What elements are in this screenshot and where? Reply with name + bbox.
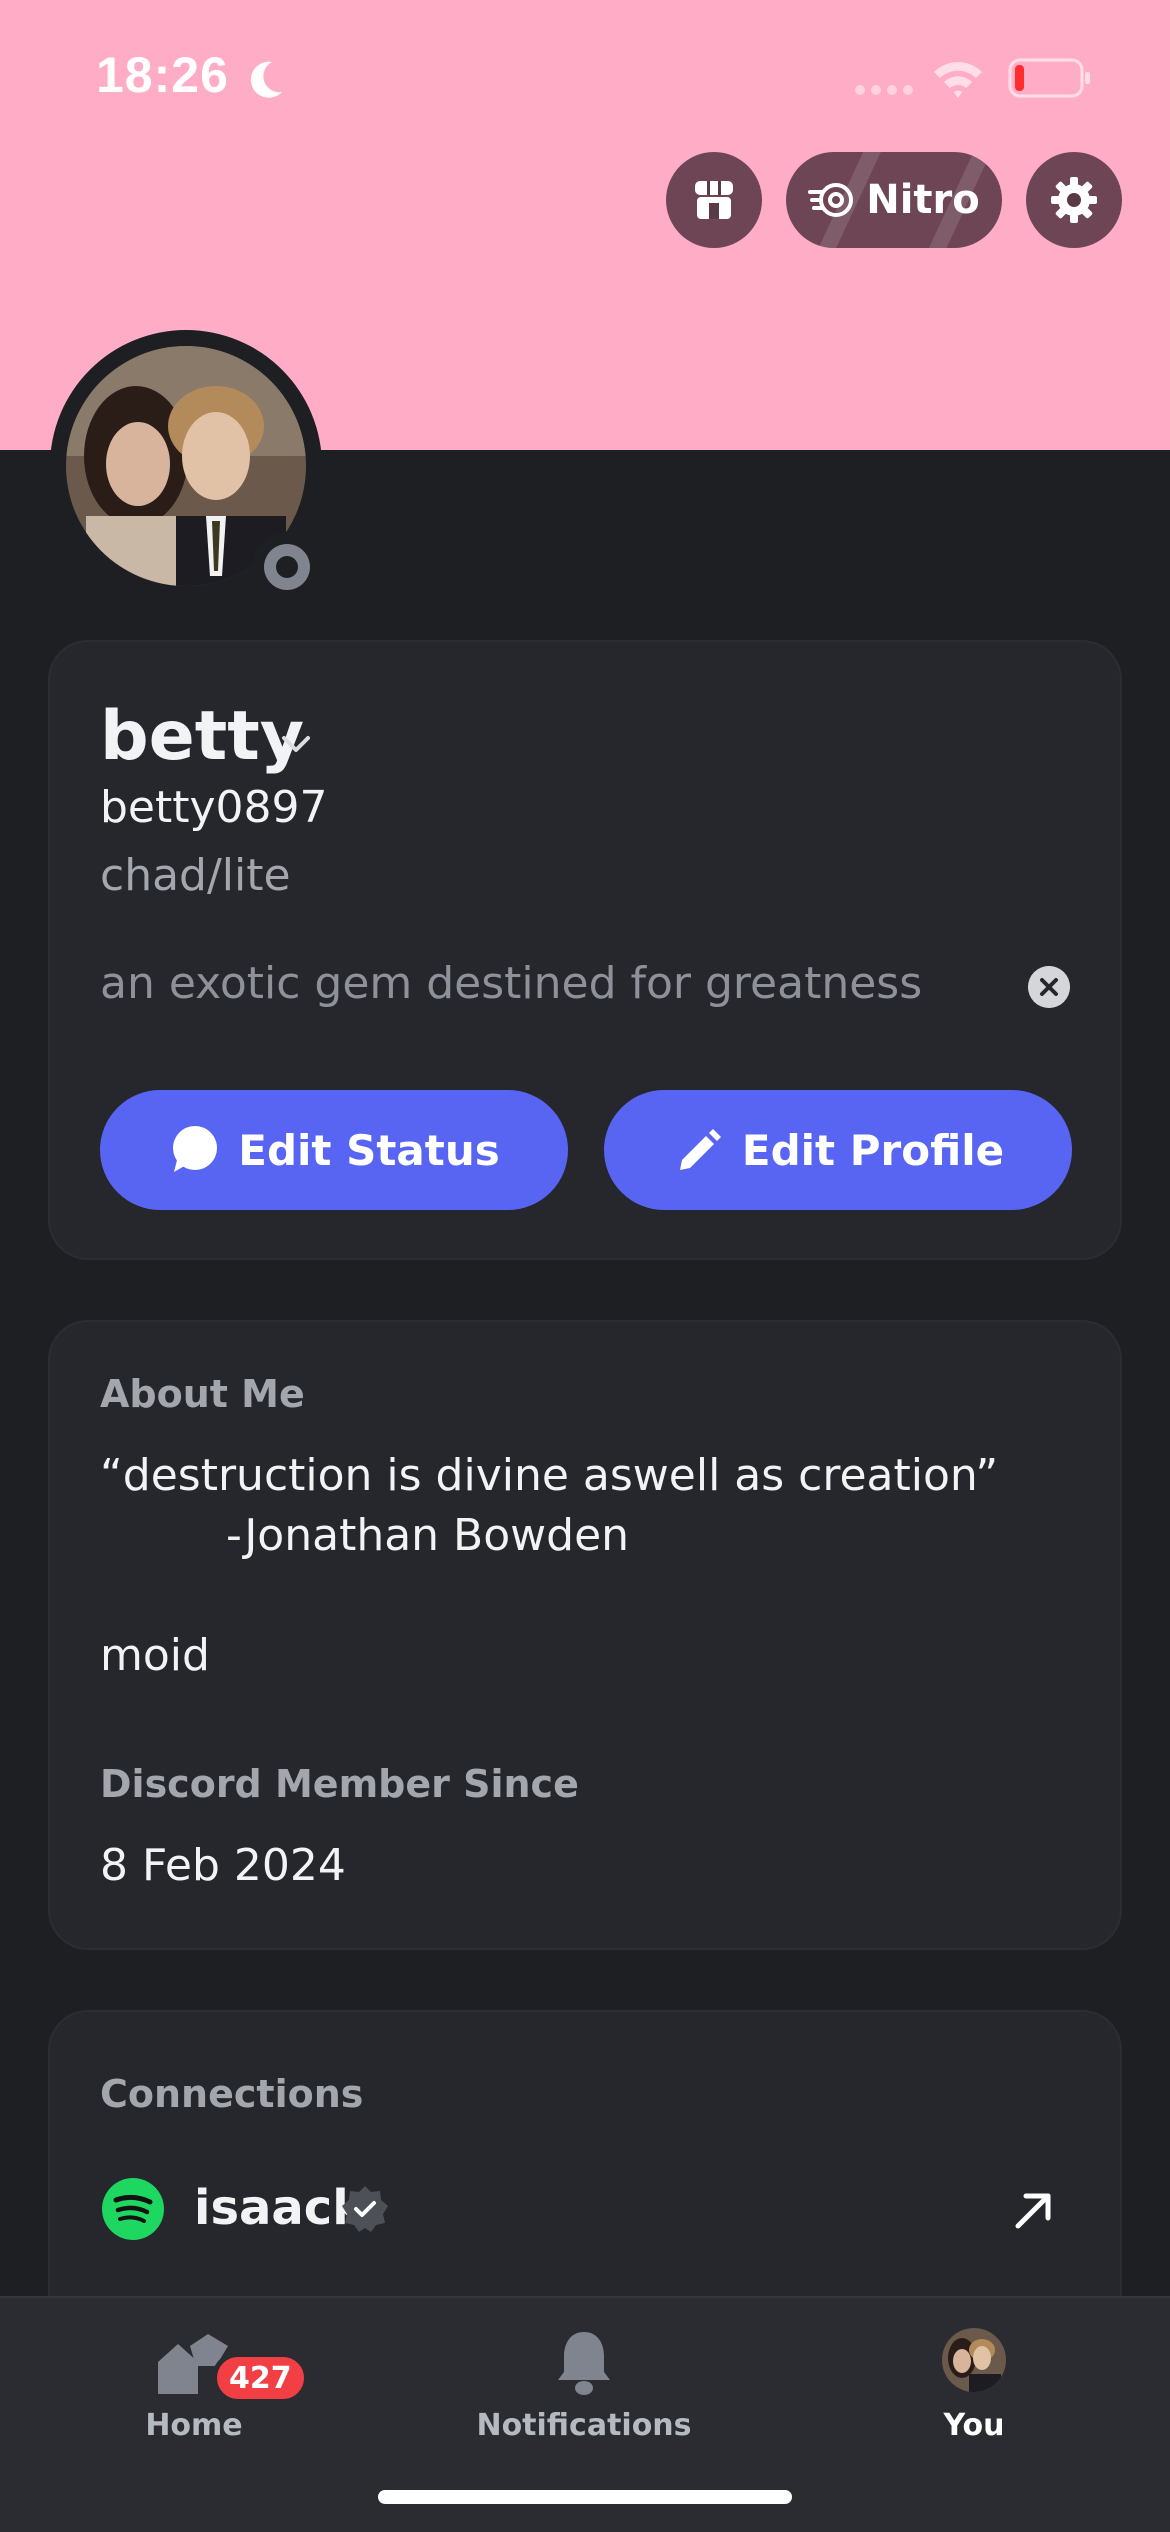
status-time: 18:26 bbox=[96, 47, 229, 103]
edit-profile-label: Edit Profile bbox=[741, 1125, 1005, 1175]
edit-profile-button[interactable]: Edit Profile bbox=[604, 1090, 1072, 1210]
nav-you[interactable]: You bbox=[824, 2298, 1124, 2458]
cellular-signal-icon bbox=[855, 85, 913, 95]
nav-notifications[interactable]: Notifications bbox=[434, 2298, 734, 2458]
pronouns: chad/lite bbox=[100, 850, 291, 901]
connection-name[interactable]: isaack bbox=[194, 2180, 364, 2236]
username: betty0897 bbox=[100, 782, 328, 833]
bell-icon bbox=[558, 2332, 610, 2395]
verified-badge-icon bbox=[342, 2186, 388, 2232]
about-me-line: “destruction is divine aswell as creatio… bbox=[100, 1450, 999, 1501]
nitro-icon bbox=[808, 183, 854, 217]
battery-icon bbox=[1008, 58, 1090, 98]
display-name[interactable]: betty bbox=[100, 697, 304, 776]
about-me-heading: About Me bbox=[100, 1372, 305, 1416]
about-me-line: -Jonathan Bowden bbox=[226, 1510, 630, 1561]
shop-icon bbox=[695, 181, 733, 219]
profile-card: betty betty0897 chad/lite an exotic gem … bbox=[48, 640, 1122, 1260]
status-bar: 18:26 bbox=[0, 0, 1170, 150]
connections-heading: Connections bbox=[100, 2072, 364, 2116]
edit-status-label: Edit Status bbox=[238, 1125, 500, 1175]
about-me-line: moid bbox=[100, 1630, 210, 1681]
edit-status-button[interactable]: Edit Status bbox=[100, 1090, 568, 1210]
settings-button[interactable] bbox=[1026, 152, 1122, 248]
nav-avatar bbox=[942, 2328, 1006, 2392]
pencil-icon bbox=[679, 1129, 721, 1170]
home-notification-badge: 427 bbox=[212, 2352, 309, 2404]
external-link-icon[interactable] bbox=[1010, 2188, 1056, 2234]
chat-bubble-icon bbox=[173, 1126, 218, 1172]
nitro-button[interactable]: Nitro bbox=[786, 152, 1002, 248]
spotify-icon bbox=[102, 2178, 164, 2240]
home-indicator[interactable] bbox=[378, 2490, 792, 2504]
chevron-down-icon[interactable] bbox=[278, 732, 314, 756]
member-since-date: 8 Feb 2024 bbox=[100, 1840, 346, 1891]
nav-notifications-label: Notifications bbox=[476, 2408, 692, 2443]
profile-avatar[interactable] bbox=[50, 330, 322, 602]
moon-icon bbox=[250, 61, 282, 98]
nav-you-label: You bbox=[943, 2408, 1005, 2443]
presence-status-offline bbox=[252, 532, 322, 602]
nav-home[interactable]: 427 Home bbox=[44, 2298, 344, 2458]
clear-status-icon[interactable] bbox=[1028, 966, 1070, 1008]
about-card: About Me “destruction is divine aswell a… bbox=[48, 1320, 1122, 1950]
gear-icon bbox=[1051, 177, 1097, 223]
custom-status[interactable]: an exotic gem destined for greatness bbox=[100, 958, 922, 1009]
nav-home-label: Home bbox=[145, 2408, 243, 2443]
nitro-label: Nitro bbox=[866, 177, 980, 223]
shop-button[interactable] bbox=[666, 152, 762, 248]
wifi-icon bbox=[934, 62, 982, 98]
member-since-heading: Discord Member Since bbox=[100, 1762, 579, 1806]
